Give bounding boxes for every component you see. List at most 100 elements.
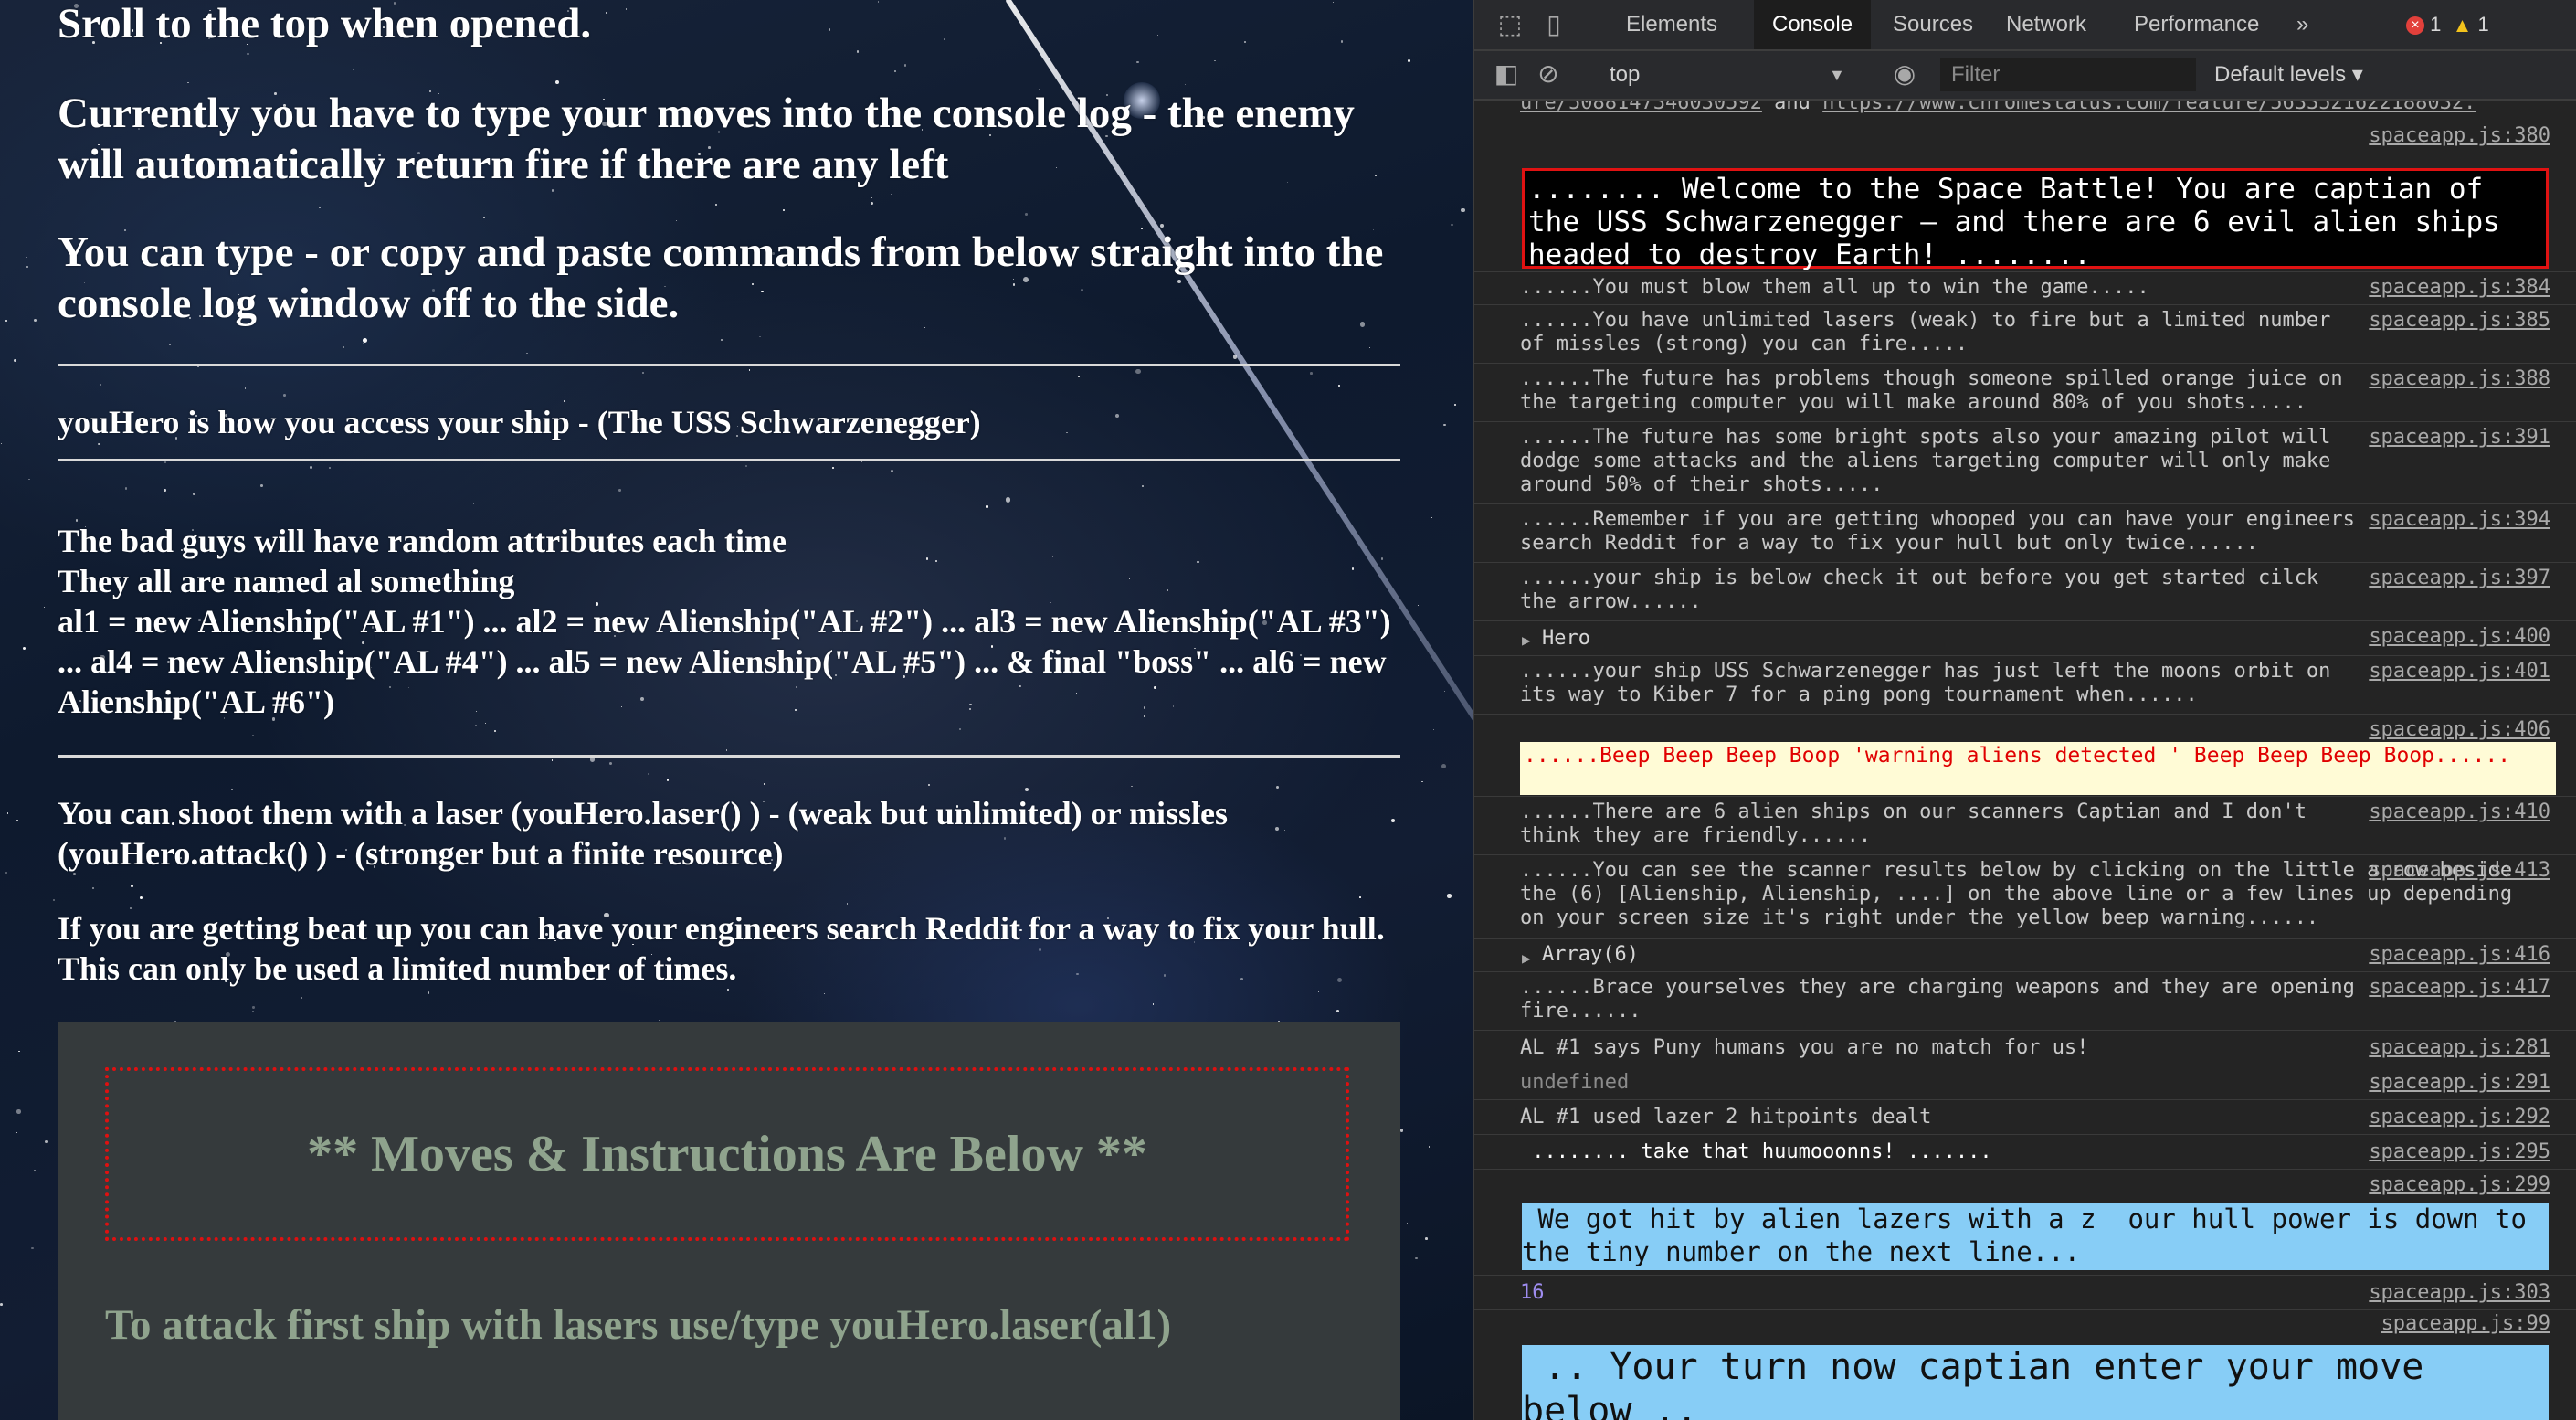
console-message: spaceapp.js:380 ........ Welcome to the … — [1474, 119, 2576, 272]
star — [1415, 1256, 1418, 1260]
star — [260, 484, 264, 487]
star — [763, 782, 765, 785]
star — [34, 319, 37, 323]
chromestatus-link[interactable]: https://www.chromestatus.com/feature/563… — [1822, 101, 2476, 114]
issue-counters[interactable]: × 1 ▲ 1 — [2406, 0, 2489, 49]
error-count: 1 — [2430, 13, 2442, 36]
star — [676, 220, 678, 222]
star — [482, 216, 485, 218]
star — [1184, 83, 1187, 86]
first-move-instruction: To attack first ship with lasers use/typ… — [105, 1301, 1172, 1349]
warning-message: ......Beep Beep Beep Boop 'warning alien… — [1520, 742, 2556, 795]
star — [362, 343, 364, 345]
source-link[interactable]: spaceapp.js:388 — [2369, 367, 2550, 391]
source-link[interactable]: spaceapp.js:380 — [2369, 124, 2550, 148]
scroll-note: Sroll to the top when opened. — [58, 0, 592, 48]
star — [861, 461, 863, 463]
source-link[interactable]: spaceapp.js:406 — [2369, 718, 2550, 742]
star — [0, 442, 3, 444]
source-link[interactable]: spaceapp.js:292 — [2369, 1106, 2550, 1129]
devtools-tab-bar: ⬚ ▯ Elements Console Sources Network Per… — [1474, 0, 2576, 51]
star — [91, 886, 94, 890]
source-link[interactable]: spaceapp.js:417 — [2369, 976, 2550, 1000]
more-tabs-icon[interactable]: » — [2278, 0, 2327, 49]
star — [1399, 1129, 1403, 1132]
star — [1432, 728, 1434, 730]
tab-network[interactable]: Network — [1988, 0, 2105, 49]
star — [1317, 991, 1320, 992]
star — [1131, 786, 1133, 788]
console-message-truncated: ure/5088147346030592 and https://www.chr… — [1474, 101, 2576, 119]
chromestatus-link[interactable]: ure/5088147346030592 — [1520, 101, 1762, 114]
expand-arrow-icon[interactable]: ▶ — [1522, 629, 1531, 652]
star — [1450, 223, 1453, 227]
inspect-element-icon[interactable]: ⬚ — [1494, 9, 1526, 40]
star — [894, 70, 897, 73]
star — [1025, 213, 1028, 217]
star — [31, 1246, 34, 1250]
source-link[interactable]: spaceapp.js:299 — [2369, 1173, 2550, 1197]
console-message: AL #1 used lazer 2 hitpoints dealt space… — [1474, 1100, 2576, 1135]
star — [1310, 372, 1313, 375]
source-link[interactable]: spaceapp.js:303 — [2369, 1281, 2550, 1305]
source-link[interactable]: spaceapp.js:413 — [2369, 859, 2550, 883]
source-link[interactable]: spaceapp.js:394 — [2369, 508, 2550, 532]
source-link[interactable]: spaceapp.js:416 — [2369, 943, 2550, 967]
source-link[interactable]: spaceapp.js:391 — [2369, 426, 2550, 450]
error-icon: × — [2406, 16, 2424, 36]
device-toolbar-icon[interactable]: ▯ — [1538, 9, 1569, 40]
star — [16, 820, 19, 822]
source-link[interactable]: spaceapp.js:281 — [2369, 1036, 2550, 1060]
console-message: ........ take that huumooonns! ....... s… — [1474, 1135, 2576, 1170]
star — [246, 52, 249, 56]
star — [1141, 485, 1144, 488]
expand-arrow-icon[interactable]: ▶ — [1522, 947, 1531, 970]
filter-input[interactable] — [1940, 58, 2196, 91]
source-link[interactable]: spaceapp.js:401 — [2369, 660, 2550, 684]
console-output: ure/5088147346030592 and https://www.chr… — [1474, 101, 2576, 1420]
star — [1136, 60, 1140, 64]
alien-ship-list: al1 = new Alienship("AL #1") ... al2 = n… — [58, 603, 1391, 720]
source-link[interactable]: spaceapp.js:295 — [2369, 1140, 2550, 1164]
star — [1406, 1223, 1408, 1224]
context-dropdown-icon[interactable]: ▼ — [1829, 60, 1845, 90]
star — [1152, 1003, 1155, 1005]
instructions-copy-paste: You can type - or copy and paste command… — [58, 228, 1384, 327]
source-link[interactable]: spaceapp.js:400 — [2369, 625, 2550, 649]
warning-count: 1 — [2477, 13, 2489, 36]
source-link[interactable]: spaceapp.js:410 — [2369, 800, 2550, 824]
console-message: spaceapp.js:406 ......Beep Beep Beep Boo… — [1474, 715, 2576, 797]
star — [641, 371, 644, 374]
tab-console[interactable]: Console — [1754, 0, 1872, 49]
clear-console-icon[interactable]: ⊘ — [1533, 58, 1564, 90]
star — [7, 812, 9, 814]
live-expression-eye-icon[interactable]: ◉ — [1889, 58, 1920, 90]
source-link[interactable]: spaceapp.js:397 — [2369, 567, 2550, 590]
star — [124, 487, 128, 490]
source-link[interactable]: spaceapp.js:385 — [2369, 309, 2550, 333]
star — [192, 493, 195, 495]
log-levels-dropdown[interactable]: Default levels ▾ — [2214, 60, 2363, 90]
star — [666, 779, 670, 781]
console-object-array[interactable]: ▶ Array(6) spaceapp.js:416 — [1474, 939, 2576, 972]
star — [871, 201, 873, 205]
source-link[interactable]: spaceapp.js:291 — [2369, 1071, 2550, 1095]
star — [5, 320, 7, 323]
star — [22, 646, 26, 650]
tab-performance[interactable]: Performance — [2116, 0, 2277, 49]
star — [986, 505, 988, 508]
welcome-message: ........ Welcome to the Space Battle! Yo… — [1522, 168, 2549, 271]
star — [725, 749, 728, 751]
star — [251, 735, 255, 737]
star — [310, 465, 312, 469]
star — [362, 338, 367, 344]
source-link[interactable]: spaceapp.js:384 — [2369, 276, 2550, 300]
game-page: Sroll to the top when opened. Currently … — [0, 0, 1473, 1420]
star — [0, 1302, 4, 1306]
tab-elements[interactable]: Elements — [1608, 0, 1736, 49]
sidebar-toggle-icon[interactable]: ◧ — [1491, 58, 1522, 90]
star — [5, 872, 7, 874]
console-object-hero[interactable]: ▶ Hero spaceapp.js:400 — [1474, 621, 2576, 656]
source-link[interactable]: spaceapp.js:99 — [2381, 1312, 2550, 1336]
tab-sources[interactable]: Sources — [1874, 0, 1991, 49]
